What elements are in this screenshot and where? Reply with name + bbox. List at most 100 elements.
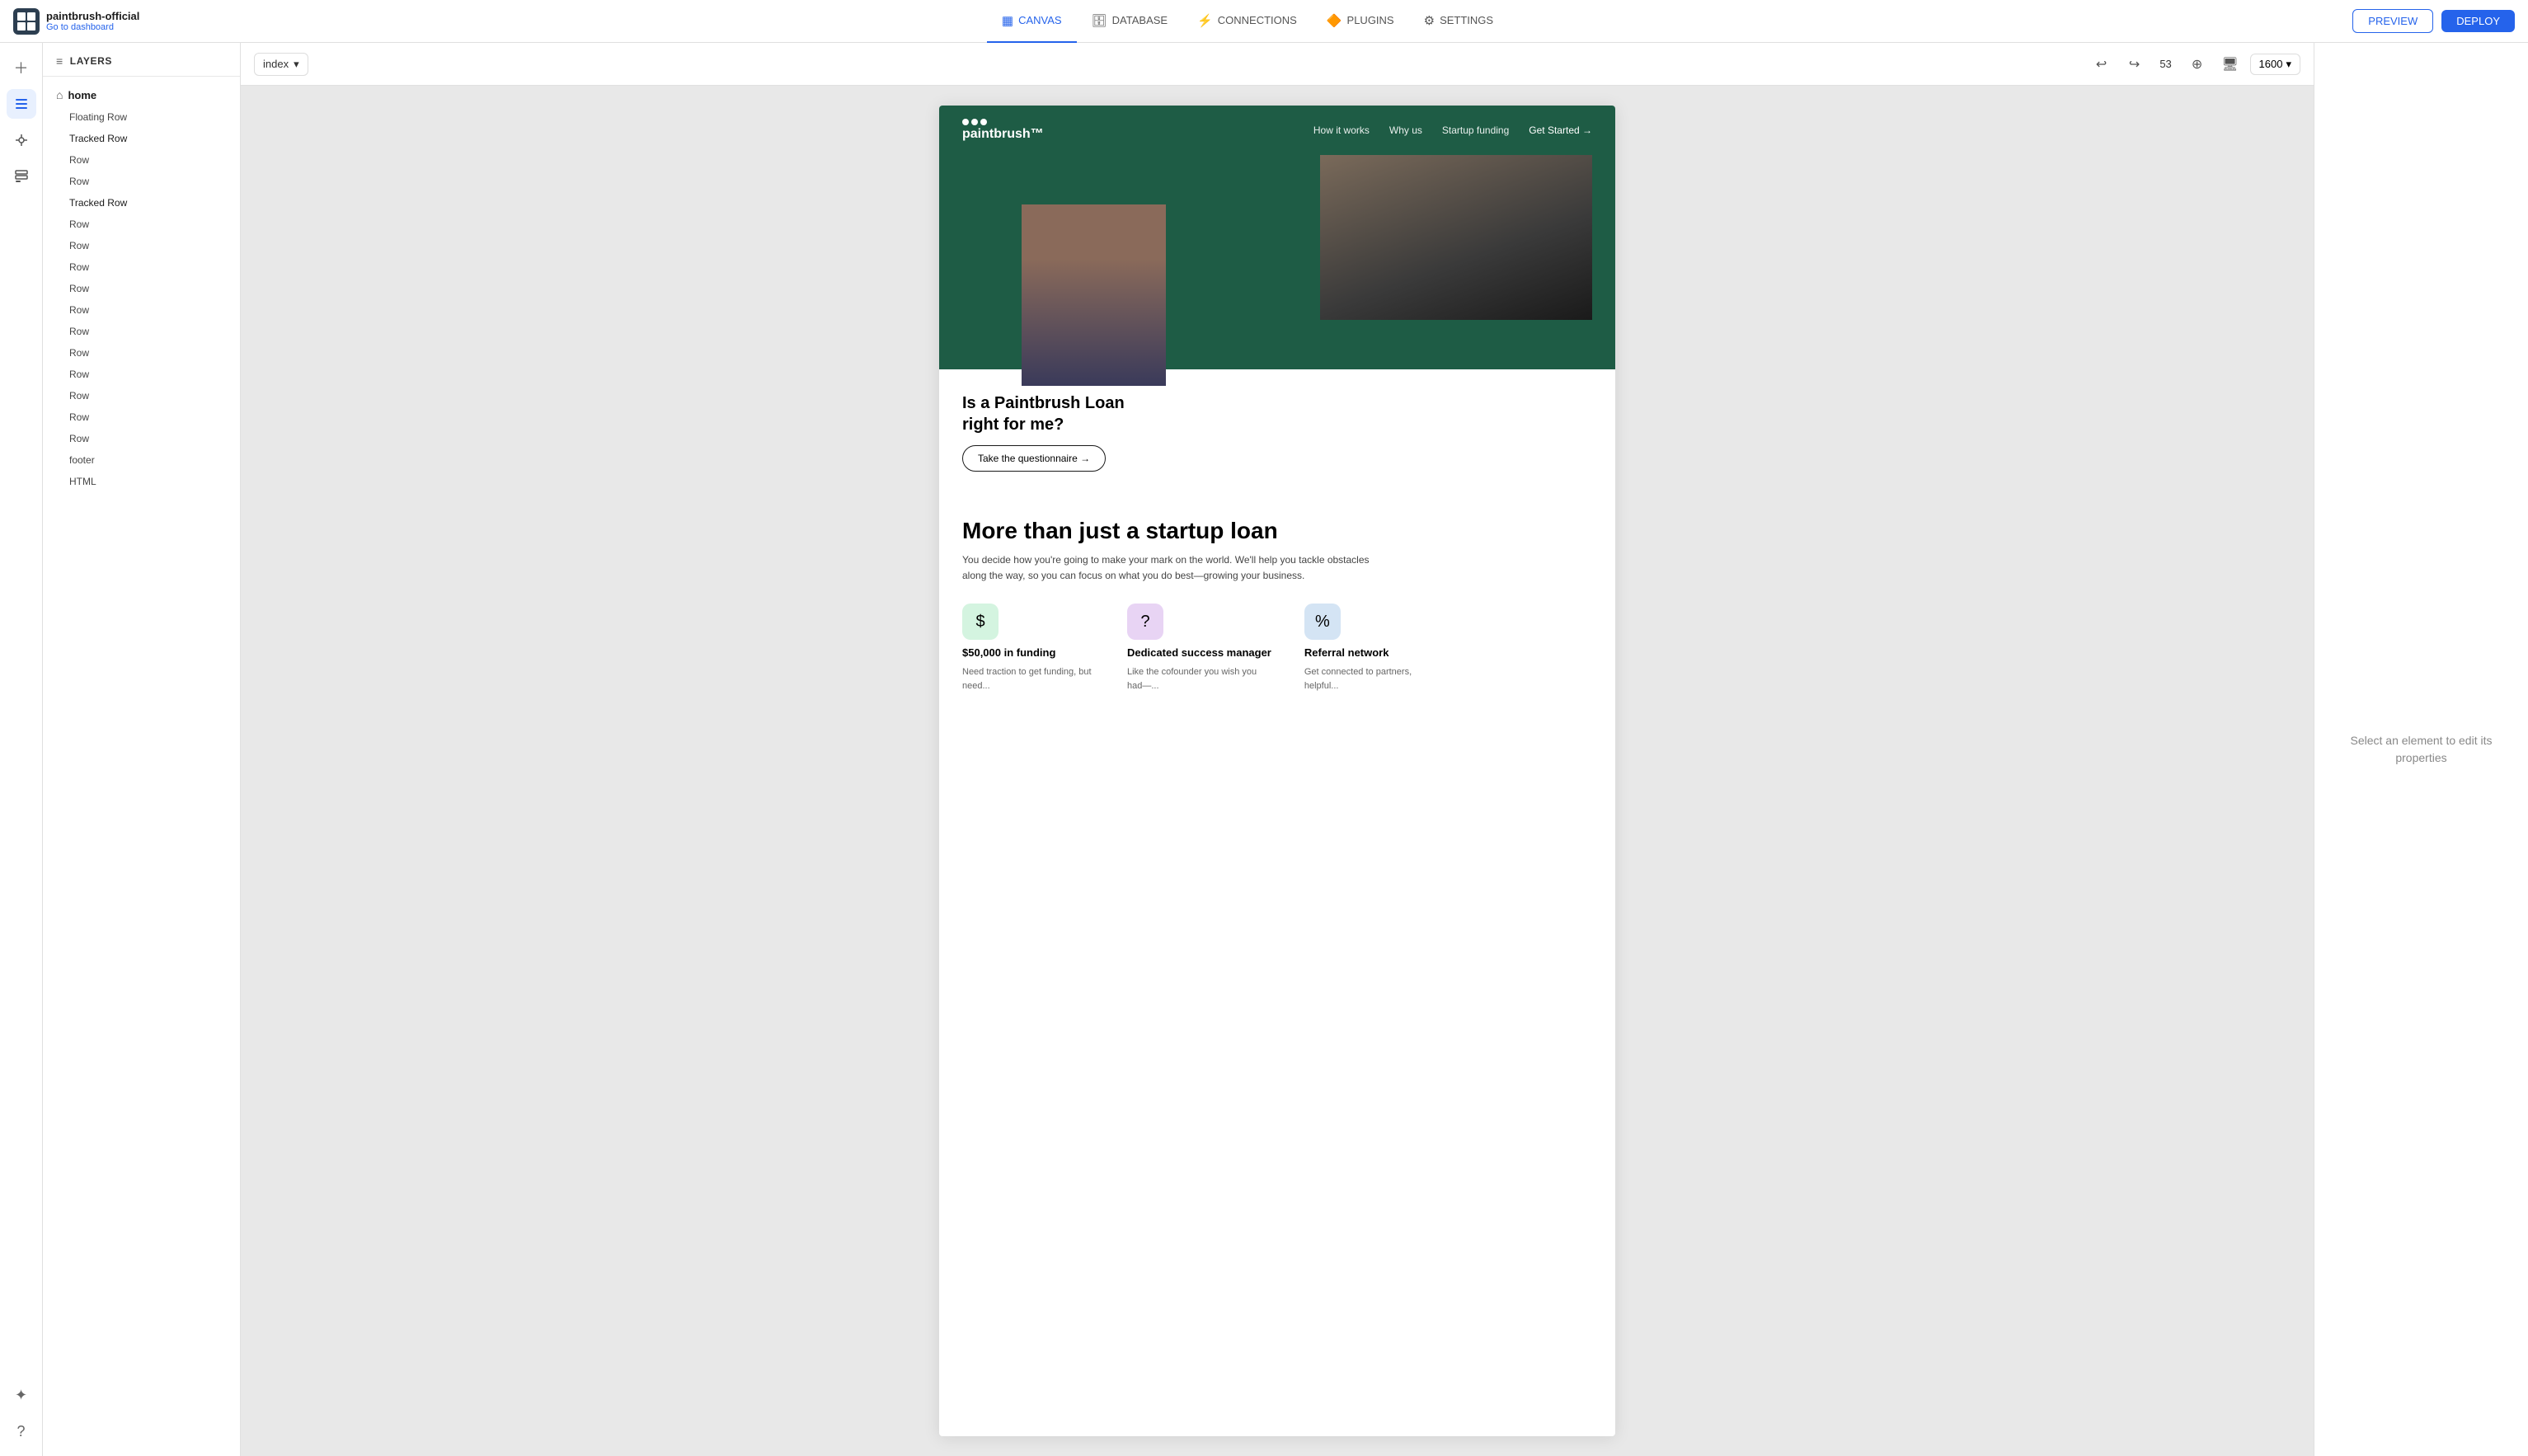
canvas-icon: ▦: [1002, 13, 1013, 28]
big-description: You decide how you're going to make your…: [962, 552, 1374, 584]
layer-item-12[interactable]: Row: [43, 364, 240, 385]
layer-item-13[interactable]: Row: [43, 385, 240, 406]
device-toggle-button[interactable]: 🖥: [2217, 51, 2244, 77]
add-icon-btn[interactable]: ＋: [7, 53, 36, 82]
layers-header: ≡ LAYERS: [43, 43, 240, 77]
manager-icon: ?: [1127, 604, 1163, 640]
data-icon-btn[interactable]: [7, 162, 36, 191]
funding-desc: Need traction to get funding, but need..…: [962, 665, 1094, 693]
canvas-toolbar: index ▾ ↩ ↪ 53 ⊕ 🖥 1600 ▾: [241, 43, 2314, 86]
width-value: 1600: [2259, 58, 2283, 70]
magic-icon-btn[interactable]: ✦: [7, 1380, 36, 1410]
funding-icon: $: [962, 604, 999, 640]
layers-header-icon: ≡: [56, 54, 63, 68]
canvas-area: index ▾ ↩ ↪ 53 ⊕ 🖥 1600 ▾: [241, 43, 2314, 1456]
connections-icon: ⚡: [1197, 13, 1213, 28]
referral-icon: %: [1304, 604, 1341, 640]
help-icon-btn[interactable]: ?: [7, 1416, 36, 1446]
nav-startup-funding[interactable]: Startup funding: [1442, 124, 1509, 136]
sidebar-icons: ＋ ✦ ?: [0, 43, 43, 1456]
dashboard-link[interactable]: Go to dashboard: [46, 22, 139, 32]
layer-item-4[interactable]: Tracked Row: [43, 192, 240, 214]
layer-item-16[interactable]: footer: [43, 449, 240, 471]
logo-dots: [962, 119, 1044, 125]
page-label: index: [263, 58, 289, 70]
canvas-scroll[interactable]: paintbrush™ How it works Why us Startup …: [241, 86, 2314, 1456]
layer-item-2[interactable]: Row: [43, 149, 240, 171]
hero-section: [939, 155, 1615, 369]
hero-card-title: Is a Paintbrush Loanright for me?: [962, 392, 1125, 435]
settings-icon: ⚙: [1424, 13, 1435, 28]
layer-item-17[interactable]: HTML: [43, 471, 240, 492]
nav-how-it-works[interactable]: How it works: [1313, 124, 1370, 136]
tab-database[interactable]: 🗄 DATABASE: [1077, 0, 1182, 43]
zoom-level: 53: [2154, 58, 2178, 70]
layer-item-1[interactable]: Tracked Row: [43, 128, 240, 149]
layers-panel-label: LAYERS: [70, 55, 112, 67]
layer-item-15[interactable]: Row: [43, 428, 240, 449]
layer-home[interactable]: ⌂ home: [43, 83, 240, 106]
hero-left-image: [1022, 204, 1166, 386]
chevron-down-icon: ▾: [294, 58, 299, 71]
site-logo: paintbrush™: [962, 127, 1044, 142]
nav-get-started[interactable]: Get Started →: [1529, 124, 1592, 136]
app-logo-icon: [13, 8, 40, 35]
site-nav: paintbrush™ How it works Why us Startup …: [939, 106, 1615, 155]
manager-label: Dedicated success manager: [1127, 646, 1271, 659]
big-section: More than just a startup loan You decide…: [962, 495, 1592, 709]
components-icon-btn[interactable]: [7, 125, 36, 155]
tab-plugins-label: PLUGINS: [1347, 14, 1394, 26]
layer-item-9[interactable]: Row: [43, 299, 240, 321]
features-row: $ $50,000 in funding Need traction to ge…: [962, 604, 1592, 693]
nav-why-us[interactable]: Why us: [1389, 124, 1422, 136]
hero-card-text: Is a Paintbrush Loanright for me? Take t…: [962, 392, 1125, 472]
nav-tabs: ▦ CANVAS 🗄 DATABASE ⚡ CONNECTIONS 🔶 PLUG…: [162, 0, 2333, 43]
page-selector[interactable]: index ▾: [254, 53, 308, 76]
main-layout: ＋ ✦ ?: [0, 43, 2528, 1456]
layer-item-8[interactable]: Row: [43, 278, 240, 299]
nav-actions: PREVIEW DEPLOY: [2333, 9, 2515, 33]
preview-button[interactable]: PREVIEW: [2352, 9, 2433, 33]
layer-item-3[interactable]: Row: [43, 171, 240, 192]
tab-database-label: DATABASE: [1112, 14, 1168, 26]
layers-icon-btn[interactable]: [7, 89, 36, 119]
questionnaire-button[interactable]: Take the questionnaire →: [962, 445, 1106, 472]
layer-item-7[interactable]: Row: [43, 256, 240, 278]
hero-right-image: [1320, 155, 1592, 320]
width-selector[interactable]: 1600 ▾: [2250, 54, 2300, 75]
layers-tree: ⌂ home Floating RowTracked RowRowRowTrac…: [43, 77, 240, 1456]
layer-item-14[interactable]: Row: [43, 406, 240, 428]
referral-label: Referral network: [1304, 646, 1436, 659]
tab-canvas[interactable]: ▦ CANVAS: [987, 0, 1077, 43]
redo-button[interactable]: ↪: [2122, 51, 2148, 77]
feature-manager: ? Dedicated success manager Like the cof…: [1127, 604, 1271, 693]
tab-plugins[interactable]: 🔶 PLUGINS: [1312, 0, 1409, 43]
site-nav-links: How it works Why us Startup funding Get …: [1313, 124, 1592, 136]
properties-placeholder: Select an element to edit its properties: [2314, 716, 2528, 783]
site-content: Is a Paintbrush Loanright for me? Take t…: [939, 369, 1615, 732]
tab-settings-label: SETTINGS: [1440, 14, 1493, 26]
tab-settings[interactable]: ⚙ SETTINGS: [1409, 0, 1508, 43]
manager-desc: Like the cofounder you wish you had—...: [1127, 665, 1259, 693]
layer-item-10[interactable]: Row: [43, 321, 240, 342]
deploy-button[interactable]: DEPLOY: [2441, 10, 2515, 32]
funding-label: $50,000 in funding: [962, 646, 1094, 659]
undo-button[interactable]: ↩: [2089, 51, 2115, 77]
hero-card-section: Is a Paintbrush Loanright for me? Take t…: [962, 392, 1592, 472]
feature-referral: % Referral network Get connected to part…: [1304, 604, 1436, 693]
chevron-down-icon-2: ▾: [2286, 58, 2291, 71]
layers-panel: ≡ LAYERS ⌂ home Floating RowTracked RowR…: [43, 43, 241, 1456]
tab-connections[interactable]: ⚡ CONNECTIONS: [1182, 0, 1312, 43]
properties-panel: Select an element to edit its properties: [2314, 43, 2528, 1456]
app-title: paintbrush-official: [46, 10, 139, 22]
layer-item-0[interactable]: Floating Row: [43, 106, 240, 128]
tab-canvas-label: CANVAS: [1018, 14, 1062, 26]
layer-item-5[interactable]: Row: [43, 214, 240, 235]
big-title: More than just a startup loan: [962, 518, 1592, 544]
website-preview: paintbrush™ How it works Why us Startup …: [939, 106, 1615, 1436]
top-nav: paintbrush-official Go to dashboard ▦ CA…: [0, 0, 2528, 43]
referral-desc: Get connected to partners, helpful...: [1304, 665, 1436, 693]
layer-item-6[interactable]: Row: [43, 235, 240, 256]
fit-screen-button[interactable]: ⊕: [2184, 51, 2211, 77]
layer-item-11[interactable]: Row: [43, 342, 240, 364]
